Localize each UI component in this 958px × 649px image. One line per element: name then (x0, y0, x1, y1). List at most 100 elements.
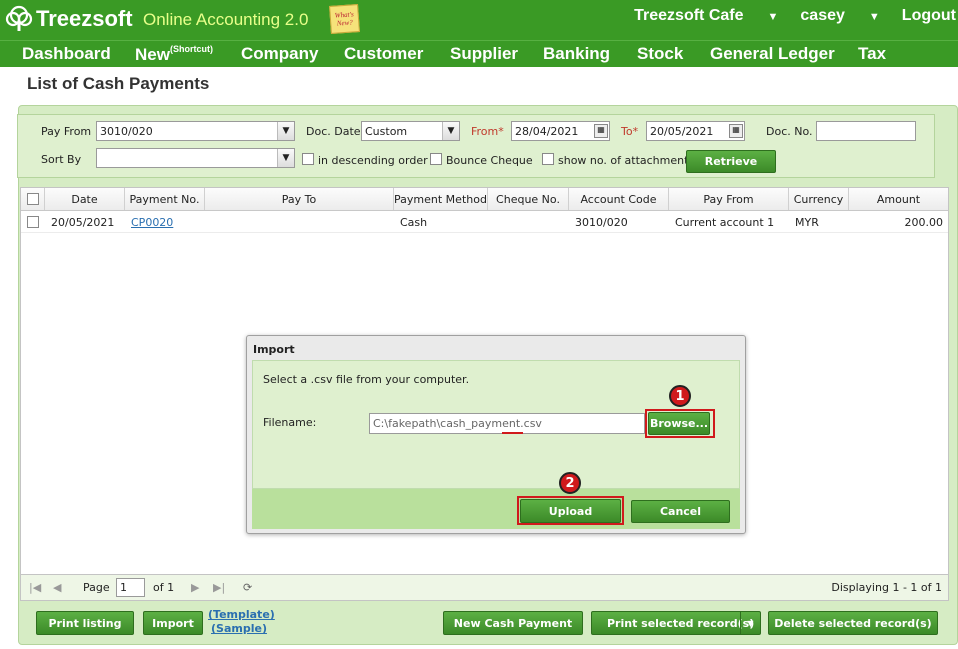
calendar-icon[interactable]: ▦ (729, 124, 743, 138)
select-all-cell (21, 188, 45, 210)
cell-currency: MYR (795, 215, 819, 229)
bounce-cheque-label: Bounce Cheque (446, 154, 533, 167)
page-title: List of Cash Payments (27, 74, 210, 93)
menu-banking[interactable]: Banking (543, 44, 610, 64)
cell-date: 20/05/2021 (51, 215, 115, 229)
chevron-down-icon[interactable]: ▼ (740, 612, 760, 634)
filename-input[interactable]: C:\fakepath\cash_payment.csv (369, 413, 645, 434)
menu-customer[interactable]: Customer (344, 44, 423, 64)
col-account-code[interactable]: Account Code (569, 188, 669, 210)
sample-link[interactable]: (Sample) (211, 622, 267, 635)
last-page-icon[interactable]: ▶| (213, 581, 225, 594)
chevron-down-icon: ▼ (277, 149, 294, 167)
csv-underline (502, 432, 523, 434)
calendar-icon[interactable]: ▦ (594, 124, 608, 138)
chevron-down-icon: ▼ (868, 11, 880, 23)
pay-from-label: Pay From (41, 125, 92, 138)
col-payment-method[interactable]: Payment Method (394, 188, 488, 210)
menu-dashboard[interactable]: Dashboard (22, 44, 111, 64)
doc-date-label: Doc. Date (306, 125, 361, 138)
app-subtitle: Online Accounting 2.0 (143, 10, 309, 29)
sort-by-select[interactable]: ▼ (96, 148, 295, 168)
brand-name: Treezsoft (36, 6, 133, 31)
select-all-checkbox[interactable] (26, 193, 39, 205)
chevron-down-icon: ▼ (277, 122, 294, 140)
tree-icon (5, 5, 33, 31)
dialog-body: Select a .csv file from your computer. F… (252, 360, 740, 489)
next-page-icon[interactable]: ▶ (191, 581, 199, 594)
doc-no-input[interactable] (816, 121, 916, 141)
row-select-cell (27, 211, 39, 233)
logout-link[interactable]: Logout (902, 7, 956, 25)
menu-tax[interactable]: Tax (858, 44, 886, 64)
cell-pay-from: Current account 1 (675, 215, 775, 229)
dialog-footer: Upload 2 Cancel (252, 472, 740, 529)
grid-header: Date Payment No. Pay To Payment Method C… (21, 188, 948, 211)
browse-highlight (645, 409, 715, 438)
main-menu: Dashboard New(Shortcut) Company Customer… (0, 40, 958, 67)
to-date-input[interactable]: 20/05/2021 ▦ (646, 121, 745, 141)
top-header: Treezsoft Online Accounting 2.0 What's N… (0, 0, 958, 40)
sort-by-label: Sort By (41, 153, 82, 166)
col-pay-to[interactable]: Pay To (205, 188, 394, 210)
print-selected-button[interactable]: Print selected record(s) ▼ (591, 611, 761, 635)
cancel-button[interactable]: Cancel (631, 500, 730, 523)
col-payment-no[interactable]: Payment No. (125, 188, 205, 210)
bounce-cheque-checkbox[interactable] (430, 153, 442, 165)
menu-supplier[interactable]: Supplier (450, 44, 518, 64)
doc-no-label: Doc. No. (766, 125, 813, 138)
pay-from-select[interactable]: 3010/020 ▼ (96, 121, 295, 141)
whats-new-sticker[interactable]: What's New? (329, 4, 360, 34)
brand-logo[interactable]: Treezsoft (4, 4, 133, 34)
page-number-input[interactable]: 1 (116, 578, 145, 597)
upload-highlight (517, 496, 624, 525)
menu-general-ledger[interactable]: General Ledger (710, 44, 835, 64)
import-dialog: Import Select a .csv file from your comp… (246, 335, 746, 534)
new-cash-payment-button[interactable]: New Cash Payment (443, 611, 583, 635)
print-listing-button[interactable]: Print listing (36, 611, 134, 635)
cell-account-code: 3010/020 (575, 215, 628, 229)
step-2-badge: 2 (559, 472, 581, 494)
delete-selected-button[interactable]: Delete selected record(s) (768, 611, 938, 635)
template-link[interactable]: (Template) (208, 608, 275, 621)
doc-date-select[interactable]: Custom ▼ (361, 121, 460, 141)
show-attachment-label: show no. of attachment (558, 154, 689, 167)
prev-page-icon[interactable]: ◀ (53, 581, 61, 594)
menu-new[interactable]: New(Shortcut) (135, 44, 213, 65)
page-count: of 1 (153, 581, 175, 594)
cell-amount: 200.00 (904, 215, 944, 229)
table-row[interactable]: 20/05/2021 CP0020 Cash 3010/020 Current … (21, 211, 948, 233)
dialog-instruction: Select a .csv file from your computer. (263, 373, 470, 386)
retrieve-button[interactable]: Retrieve (686, 150, 776, 173)
col-currency[interactable]: Currency (789, 188, 849, 210)
chevron-down-icon: ▼ (442, 122, 459, 140)
filename-label: Filename: (263, 416, 317, 429)
row-checkbox[interactable] (27, 216, 39, 228)
menu-stock[interactable]: Stock (637, 44, 683, 64)
descending-checkbox[interactable] (302, 153, 314, 165)
cell-payment-no-link[interactable]: CP0020 (131, 211, 173, 233)
user-menu[interactable]: casey ▼ (800, 7, 881, 25)
col-date[interactable]: Date (45, 188, 125, 210)
dialog-title: Import (253, 343, 295, 356)
import-button[interactable]: Import (143, 611, 203, 635)
step-1-badge: 1 (669, 385, 691, 407)
descending-label: in descending order (318, 154, 428, 167)
page-label: Page (83, 581, 110, 594)
col-pay-from[interactable]: Pay From (669, 188, 789, 210)
displaying-count: Displaying 1 - 1 of 1 (831, 581, 942, 594)
show-attachment-checkbox[interactable] (542, 153, 554, 165)
company-menu[interactable]: Treezsoft Cafe ▼ (634, 7, 780, 25)
grid-pager: |◀ ◀ Page 1 of 1 ▶ ▶| ⟳ Displaying 1 - 1… (20, 575, 949, 601)
from-date-label: From* (471, 125, 504, 138)
chevron-down-icon: ▼ (767, 11, 779, 23)
user-nav: Treezsoft Cafe ▼ casey ▼ Logout (634, 7, 958, 25)
menu-company[interactable]: Company (241, 44, 318, 64)
refresh-icon[interactable]: ⟳ (243, 581, 252, 594)
to-date-label: To* (621, 125, 639, 138)
first-page-icon[interactable]: |◀ (29, 581, 41, 594)
from-date-input[interactable]: 28/04/2021 ▦ (511, 121, 610, 141)
cell-method: Cash (400, 215, 428, 229)
col-amount[interactable]: Amount (849, 188, 948, 210)
col-cheque-no[interactable]: Cheque No. (488, 188, 569, 210)
